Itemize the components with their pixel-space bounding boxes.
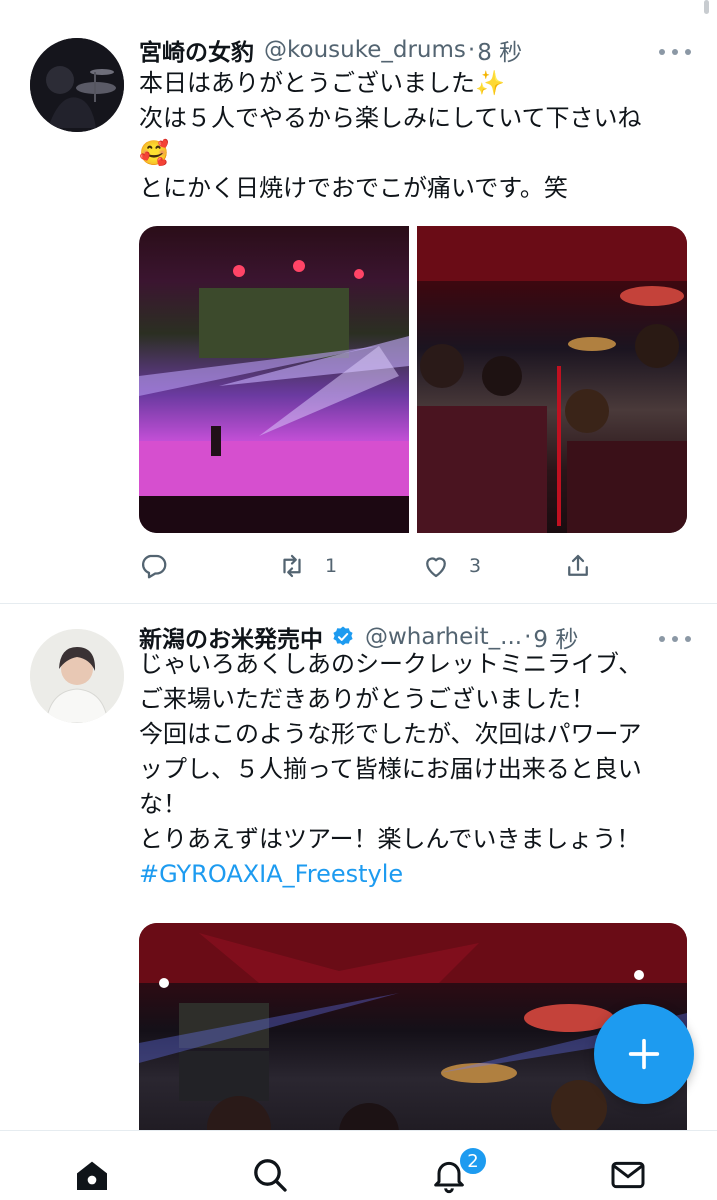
nav-home[interactable] — [70, 1153, 114, 1197]
more-options-icon[interactable] — [657, 633, 693, 645]
tweet[interactable]: 宮崎の女豹 @kousuke_drums · 8 秒 本日はありがとうございまし… — [0, 18, 717, 604]
tweet-header: 宮崎の女豹 @kousuke_drums · 8 秒 — [139, 32, 699, 68]
avatar-image — [30, 38, 124, 132]
retweet-button[interactable]: 1 — [277, 548, 337, 584]
tweet-text-line: とりあえずはツアー！楽しんでいきましょう！ — [139, 825, 641, 853]
share-button[interactable] — [563, 548, 593, 584]
scrollbar-thumb[interactable] — [704, 0, 709, 14]
stage-photo[interactable] — [139, 226, 409, 533]
more-options-icon[interactable] — [657, 46, 693, 58]
heart-icon — [426, 557, 446, 578]
hashtag-link[interactable]: #GYROAXIA_Freestyle — [139, 857, 694, 892]
timestamp[interactable]: 8 秒 — [477, 33, 522, 67]
avatar[interactable] — [30, 629, 124, 723]
home-icon — [77, 1161, 107, 1190]
tweet-text-line: じゃいろあくしあのシークレットミニライブ、 — [139, 650, 643, 678]
tweet-text: 本日はありがとうございました✨ 次は５人でやるから楽しみにしていて下さいね 🥰 … — [139, 66, 694, 206]
tweet-text-line: 次は５人でやるから楽しみにしていて下さいね — [139, 104, 642, 132]
reply-icon — [142, 554, 167, 579]
user-handle[interactable]: @kousuke_drums — [264, 37, 466, 63]
band-group-photo-image — [417, 226, 687, 533]
top-scroll-region — [0, 0, 717, 18]
tweet-actions: 1 3 — [139, 548, 609, 584]
search-icon — [254, 1159, 287, 1192]
stage-photo-image — [139, 260, 409, 533]
tweet-text-line: 今回はこのような形でしたが、次回はパワーア — [139, 720, 642, 748]
media-grid — [139, 226, 687, 533]
like-button[interactable]: 3 — [421, 548, 481, 584]
notification-badge: 2 — [458, 1146, 488, 1176]
tweet-text-line: ご来場いただきありがとうございました！ — [139, 685, 595, 713]
display-name[interactable]: 宮崎の女豹 — [139, 33, 254, 67]
reply-button[interactable] — [139, 548, 169, 584]
compose-tweet-button[interactable] — [594, 1004, 694, 1104]
retweet-icon — [283, 554, 301, 578]
tweet-text-line: とにかく日焼けでおでこが痛いです。笑 — [139, 174, 568, 202]
share-icon — [568, 554, 588, 576]
band-group-photo[interactable] — [417, 226, 687, 533]
nav-messages[interactable] — [606, 1153, 650, 1197]
avatar[interactable] — [30, 38, 124, 132]
tweet-text: じゃいろあくしあのシークレットミニライブ、 ご来場いただきありがとうございました… — [139, 647, 694, 892]
retweet-count: 1 — [325, 555, 338, 577]
like-count: 3 — [469, 555, 482, 577]
tweet-text-line: な！ — [139, 790, 187, 818]
plus-icon — [628, 1038, 660, 1070]
tweet-text-line: 🥰 — [139, 139, 169, 167]
bottom-navigation — [0, 1130, 717, 1200]
nav-search[interactable] — [248, 1153, 292, 1197]
verified-badge-icon — [333, 626, 353, 646]
tweet-text-line: ップし、５人揃って皆様にお届け出来ると良い — [139, 755, 642, 783]
mail-icon — [611, 1161, 645, 1189]
avatar-image — [30, 629, 124, 723]
tweet-text-line: 本日はありがとうございました✨ — [139, 69, 505, 97]
separator: · — [467, 37, 476, 63]
